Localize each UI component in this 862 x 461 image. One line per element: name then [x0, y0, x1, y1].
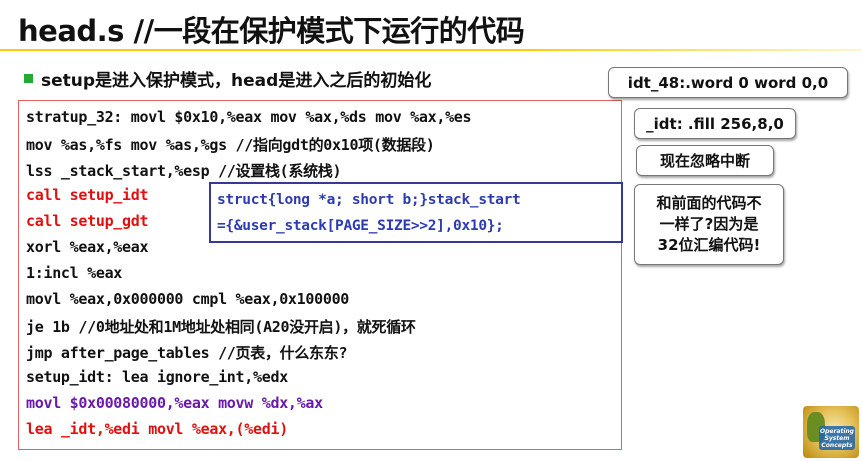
code-line: call setup_idt [26, 186, 149, 204]
code-line: xorl %eax,%eax [26, 238, 149, 256]
code-line: mov %as,%fs mov %as,%gs //指向gdt的0x10项(数据… [26, 136, 435, 154]
note-line: 一样了?因为是 [659, 215, 759, 233]
code-line: 1:incl %eax [26, 264, 123, 282]
code-line: call setup_gdt [26, 212, 149, 230]
code-line: lss _stack_start,%esp //设置栈(系统栈) [26, 162, 342, 180]
title-divider [0, 49, 862, 51]
code-line: stratup_32: movl $0x10,%eax mov %ax,%ds … [26, 108, 472, 126]
code-line: movl %eax,0x000000 cmpl %eax,0x100000 [26, 290, 350, 308]
logo-text: Operating System Concepts [820, 428, 854, 449]
code-line: setup_idt: lea ignore_int,%edx [26, 368, 288, 386]
bullet-row: setup是进入保护模式，head是进入之后的初始化 [24, 66, 431, 91]
assembly-diff-note: 和前面的代码不 一样了?因为是 32位汇编代码! [634, 184, 784, 265]
callout-line: ={&user_stack[PAGE_SIZE>>2],0x10}; [217, 218, 504, 234]
code-line: lea _idt,%edi movl %eax,(%edi) [26, 420, 288, 438]
code-line: jmp after_page_tables //页表，什么东东? [26, 344, 348, 362]
bullet-text: setup是进入保护模式，head是进入之后的初始化 [41, 71, 432, 91]
idt-fill-note: _idt: .fill 256,8,0 [634, 108, 796, 139]
idt48-note: idt_48:.word 0 word 0,0 [608, 67, 848, 98]
note-line: 和前面的代码不 [656, 194, 762, 212]
bullet-square-icon [24, 74, 33, 83]
stack-start-callout: struct{long *a; short b;}stack_start ={&… [209, 182, 623, 243]
callout-line: struct{long *a; short b;}stack_start [217, 192, 521, 208]
slide-title: head.s //一段在保护模式下运行的代码 [18, 14, 525, 48]
code-line: je 1b //0地址处和1M地址处相同(A20没开启)，就死循环 [26, 318, 416, 336]
code-line: movl $0x00080000,%eax movw %dx,%ax [26, 394, 323, 412]
note-line: 32位汇编代码! [657, 236, 761, 254]
code-box: stratup_32: movl $0x10,%eax mov %ax,%ds … [18, 100, 622, 450]
ignore-interrupt-note: 现在忽略中断 [636, 145, 774, 176]
book-logo: Operating System Concepts [803, 406, 859, 458]
